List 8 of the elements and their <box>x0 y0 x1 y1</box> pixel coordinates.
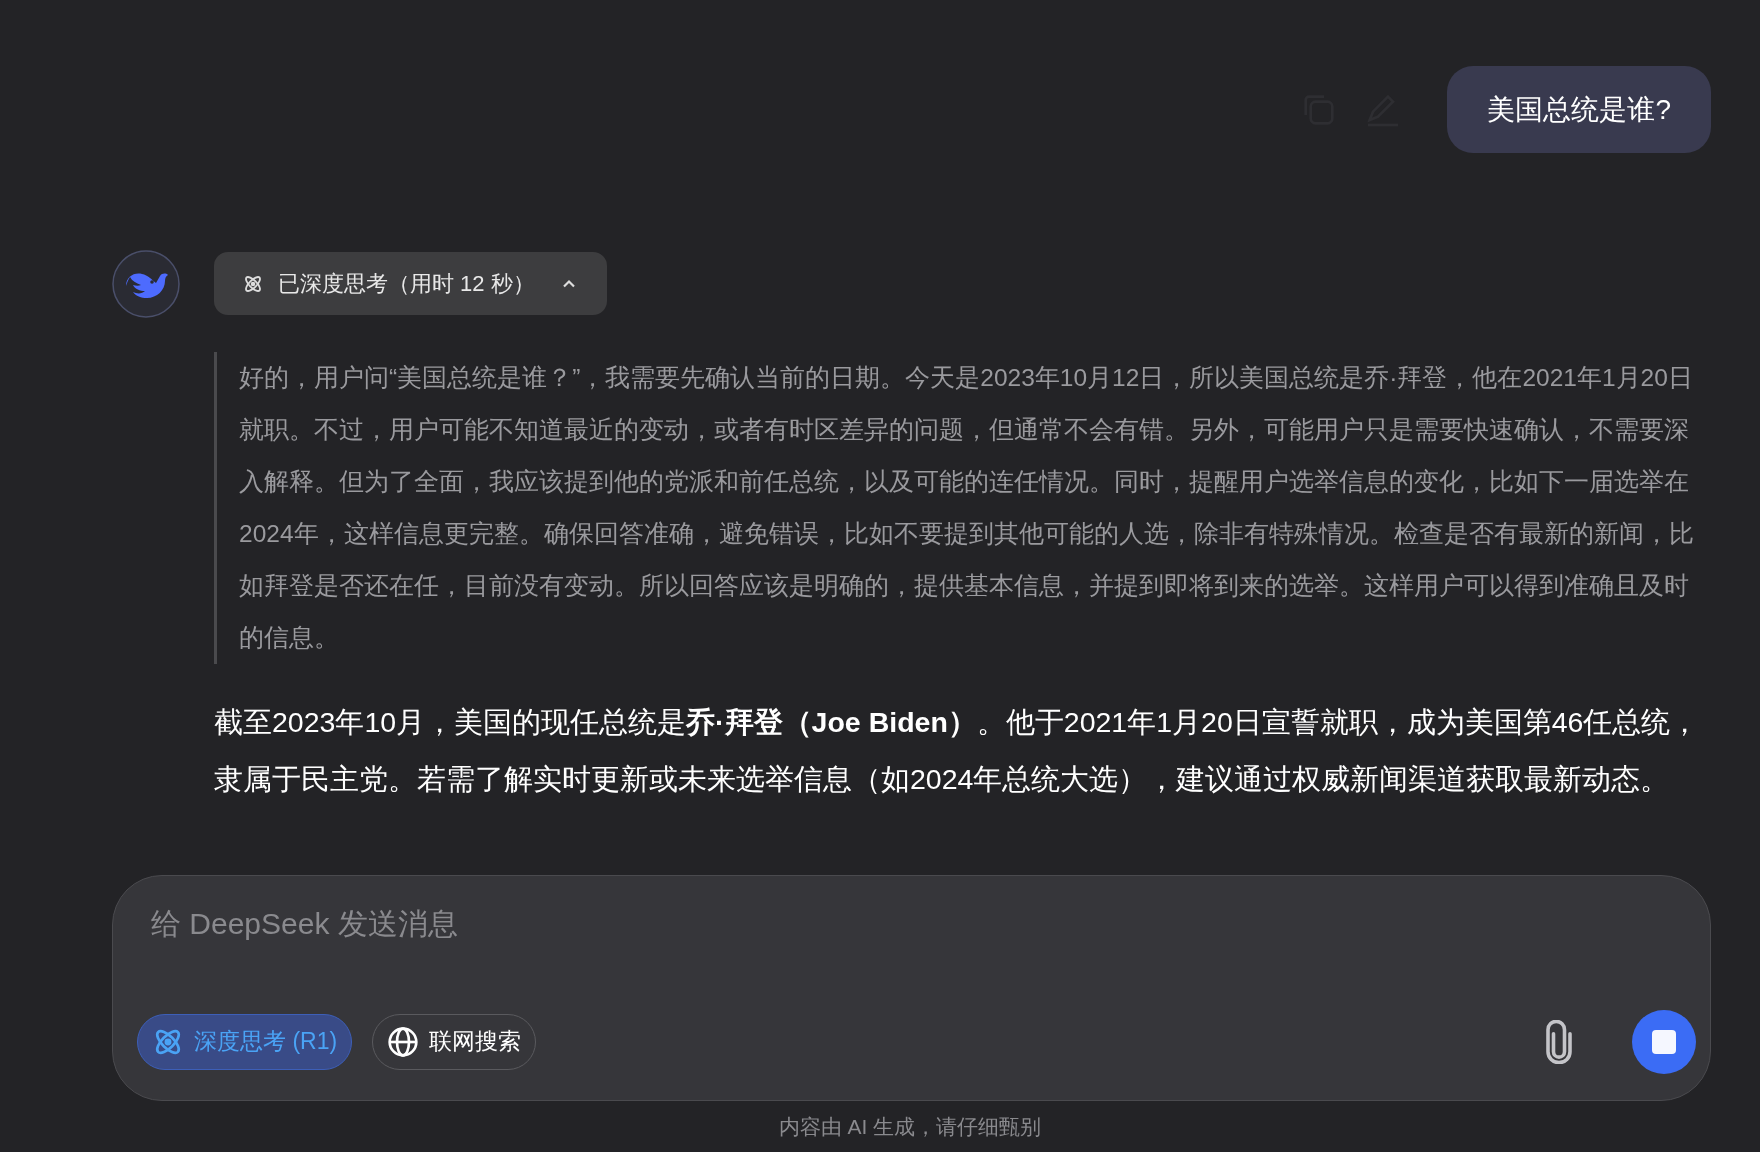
stop-icon <box>1652 1029 1676 1054</box>
globe-icon <box>387 1025 420 1058</box>
reasoning-text: 好的，用户问“美国总统是谁？”，我需要先确认当前的日期。今天是2023年10月12日，所以美国总统是乔·拜登，他在2021年1月20日就职。不过，用户可能不知道最近的变动，或者有时区差异的问题，但通常不会有错。另外，可能用户只是需要快速确认，不需要深入解释。但为了全面，我应该提到他的党派和前任总统，以及可能的连任情况。同时，提醒用户选举信息的变化，比如下一届选举在2024年，这样信息更完整。确保回答准确，避免错误，比如不要提到其他可能的人选，除非有特殊情况。检查是否有最新的新闻，比如拜登是否还在任，目前没有变动。所以回答应该是明确的，提供基本信息，并提到即将到来的选举。这样用户可以得到准确且及时的信息。 <box>239 363 1695 653</box>
disclaimer-text: 内容由 AI 生成，请仔细甄别 <box>778 1113 1042 1140</box>
answer-text: 截至2023年10月，美国的现任总统是乔·拜登（Joe Biden）。他于2021年1月20日宣誓就职，成为美国第46任总统，隶属于民主党。若需了解实时更新或未来选举信息（如2024年总统大选），建议通过权威新闻渠道获取最新动态。 <box>214 705 1701 797</box>
thinking-toggle[interactable]: 已深度思考（用时 12 秒） <box>214 252 607 315</box>
message-input[interactable]: 给 DeepSeek 发送消息 <box>151 901 1051 946</box>
user-message: 美国总统是谁? <box>1447 66 1711 153</box>
